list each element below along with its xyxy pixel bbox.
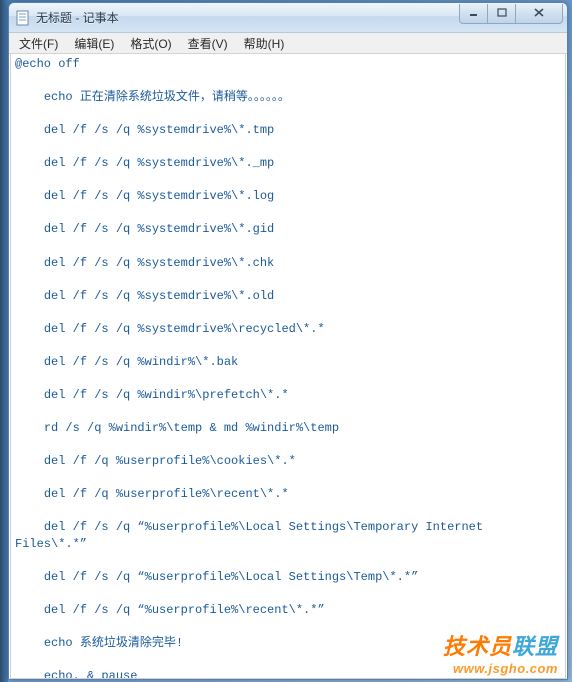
menu-view[interactable]: 查看(V) [180, 33, 236, 54]
window-controls [460, 4, 567, 24]
menu-edit[interactable]: 编辑(E) [66, 33, 122, 54]
menu-file[interactable]: 文件(F) [11, 33, 66, 54]
text-area[interactable]: @echo off echo 正在清除系统垃圾文件，请稍等。。。。。。 del … [10, 54, 566, 679]
window-title: 无标题 - 记事本 [36, 9, 460, 26]
close-button[interactable] [515, 4, 563, 24]
titlebar[interactable]: 无标题 - 记事本 [9, 3, 567, 33]
menu-help[interactable]: 帮助(H) [236, 33, 293, 54]
minimize-button[interactable] [459, 4, 488, 24]
notepad-window: 无标题 - 记事本 文件(F) 编辑(E) 格式(O) 查看(V) 帮助(H) … [8, 2, 568, 680]
maximize-button[interactable] [487, 4, 516, 24]
notepad-icon [15, 10, 31, 26]
menubar: 文件(F) 编辑(E) 格式(O) 查看(V) 帮助(H) [9, 33, 567, 54]
menu-format[interactable]: 格式(O) [122, 33, 179, 54]
